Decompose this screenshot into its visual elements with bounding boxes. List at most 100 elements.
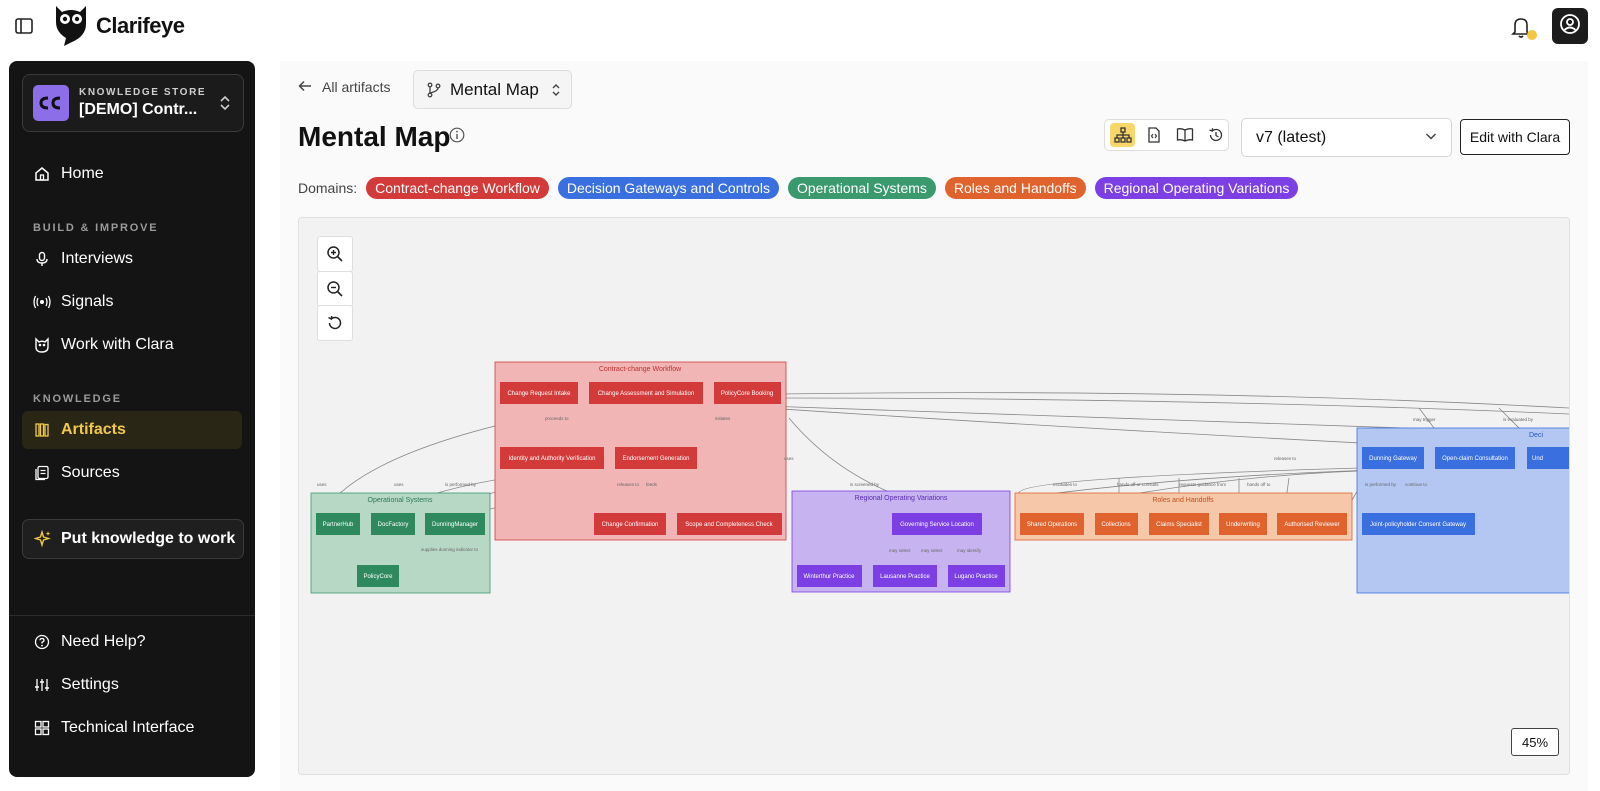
home-icon — [33, 165, 51, 183]
svg-text:Collections: Collections — [1101, 522, 1130, 528]
node-identity-verification[interactable]: Identity and Authority Verification — [500, 447, 604, 469]
version-selector[interactable]: v7 (latest) — [1241, 118, 1452, 157]
domain-chip-contract-change[interactable]: Contract-change Workflow — [366, 177, 549, 199]
put-knowledge-to-work-button[interactable]: Put knowledge to work — [22, 519, 244, 559]
svg-text:Endorsement Generation: Endorsement Generation — [622, 456, 689, 462]
svg-text:Shared Operations: Shared Operations — [1027, 522, 1077, 528]
edge-label-releases-to-2: releases to — [1274, 456, 1297, 461]
svg-text:Und: Und — [1532, 456, 1543, 462]
node-endorsement-generation[interactable]: Endorsement Generation — [615, 447, 697, 469]
nav-signals[interactable]: Signals — [22, 283, 242, 321]
edge-label-evaluated-by: is evaluated by — [1503, 417, 1534, 422]
code-file-icon[interactable] — [1141, 123, 1166, 147]
node-underwriting[interactable]: Underwriting — [1219, 513, 1267, 535]
git-branch-icon — [426, 82, 442, 98]
info-icon[interactable] — [449, 127, 465, 148]
put-knowledge-to-work-label: Put knowledge to work — [61, 530, 236, 547]
node-change-confirmation[interactable]: Change Confirmation — [594, 513, 666, 535]
mental-map-graph: Operational Systems PartnerHub DocFactor… — [310, 361, 1569, 594]
node-dunningmanager[interactable]: DunningManager — [425, 513, 485, 535]
nav-signals-label: Signals — [61, 293, 114, 310]
hierarchy-view-icon[interactable] — [1110, 123, 1135, 147]
svg-text:Governing Service Location: Governing Service Location — [900, 522, 974, 528]
domain-chip-decision-gateways[interactable]: Decision Gateways and Controls — [557, 177, 779, 199]
node-policycore[interactable]: PolicyCore — [357, 565, 399, 587]
node-lugano[interactable]: Lugano Practice — [948, 565, 1005, 587]
version-selector-label: v7 (latest) — [1256, 128, 1327, 146]
svg-text:Lugano Practice: Lugano Practice — [954, 574, 998, 580]
nav-technical-interface[interactable]: Technical Interface — [22, 709, 242, 747]
svg-text:Joint-policyholder Consent Gat: Joint-policyholder Consent Gateway — [1370, 522, 1466, 528]
nav-artifacts-label: Artifacts — [61, 421, 126, 438]
owl-logo-icon — [50, 2, 92, 51]
edge-label-feeds: feeds — [646, 482, 658, 487]
edit-with-clara-button[interactable]: Edit with Clara — [1460, 119, 1570, 155]
nav-settings[interactable]: Settings — [22, 666, 242, 704]
node-lausanne[interactable]: Lausanne Practice — [873, 565, 937, 587]
node-und-cut[interactable]: Und — [1527, 447, 1569, 469]
edge-label-hands-off: hands off or consults — [1117, 482, 1159, 487]
nav-interviews-label: Interviews — [61, 250, 134, 267]
user-account-button[interactable] — [1552, 8, 1588, 44]
documents-icon — [33, 464, 51, 482]
svg-text:PolicyCore Booking: PolicyCore Booking — [721, 391, 773, 397]
nav-sources-label: Sources — [61, 464, 120, 481]
node-scope-check[interactable]: Scope and Completeness Check — [677, 513, 782, 535]
node-policycore-booking[interactable]: PolicyCore Booking — [714, 382, 781, 404]
node-docfactory[interactable]: DocFactory — [371, 513, 415, 535]
node-authorised-reviewer[interactable]: Authorised Reviewer — [1277, 513, 1347, 535]
node-change-assessment[interactable]: Change Assessment and Simulation — [589, 382, 703, 404]
svg-text:Dunning Gateway: Dunning Gateway — [1369, 456, 1417, 462]
nav-interviews[interactable]: Interviews — [22, 240, 242, 278]
node-dunning-gateway[interactable]: Dunning Gateway — [1362, 447, 1424, 469]
node-partnerhub[interactable]: PartnerHub — [316, 513, 360, 535]
books-icon — [33, 421, 51, 439]
domain-chip-roles-handoffs[interactable]: Roles and Handoffs — [944, 177, 1086, 199]
svg-text:Open-claim Consultation: Open-claim Consultation — [1442, 456, 1508, 462]
all-artifacts-link[interactable]: All artifacts — [298, 79, 390, 95]
view-mode-toggle — [1104, 119, 1229, 151]
mental-map-canvas[interactable]: Operational Systems PartnerHub DocFactor… — [298, 217, 1570, 775]
history-icon[interactable] — [1203, 123, 1228, 147]
edge-label-performed-by-1: is performed by — [445, 482, 477, 487]
node-collections[interactable]: Collections — [1095, 513, 1138, 535]
nav-need-help[interactable]: Need Help? — [22, 623, 242, 661]
sliders-icon — [33, 676, 51, 694]
nav-work-with-clara[interactable]: Work with Clara — [22, 326, 242, 364]
node-winterthur[interactable]: Winterthur Practice — [797, 565, 862, 587]
nav-sources[interactable]: Sources — [22, 454, 242, 492]
edge-label-continue-to: continue to — [1405, 482, 1428, 487]
svg-text:Authorised Reviewer: Authorised Reviewer — [1284, 522, 1339, 528]
chevron-down-icon — [1425, 131, 1437, 141]
svg-text:Change Request Intake: Change Request Intake — [507, 391, 571, 397]
nav-home[interactable]: Home — [22, 155, 242, 193]
svg-text:DunningManager: DunningManager — [432, 522, 478, 528]
book-open-icon[interactable] — [1172, 123, 1197, 147]
node-open-claim[interactable]: Open-claim Consultation — [1435, 447, 1515, 469]
node-governing-location[interactable]: Governing Service Location — [892, 513, 982, 535]
sidebar: KNOWLEDGE STORE [DEMO] Contr... Home BUI… — [9, 61, 255, 777]
knowledge-store-selector[interactable]: KNOWLEDGE STORE [DEMO] Contr... — [22, 74, 244, 132]
artifact-selector[interactable]: Mental Map — [413, 70, 572, 109]
node-claims-specialist[interactable]: Claims Specialist — [1149, 513, 1209, 535]
store-logo-icon — [33, 85, 69, 121]
edge-label-hands-off-to: hands off to — [1247, 482, 1271, 487]
edge-label-may-identify: may identify — [957, 548, 982, 553]
domain-chip-regional-variations[interactable]: Regional Operating Variations — [1094, 177, 1299, 199]
nav-artifacts[interactable]: Artifacts — [22, 411, 242, 449]
svg-text:PolicyCore: PolicyCore — [363, 574, 393, 580]
node-change-request-intake[interactable]: Change Request Intake — [500, 382, 578, 404]
node-joint-consent[interactable]: Joint-policyholder Consent Gateway — [1362, 513, 1475, 535]
app-logo[interactable]: Clarifeye — [50, 2, 185, 51]
edge-label-performed-by-2: is performed by — [1365, 482, 1397, 487]
chevron-up-down-icon — [219, 95, 231, 116]
domain-chip-operational-systems[interactable]: Operational Systems — [787, 177, 936, 199]
svg-text:Lausanne Practice: Lausanne Practice — [880, 574, 930, 580]
page-title: Mental Map — [298, 121, 451, 152]
grid-icon — [33, 719, 51, 737]
edge-label-initiates: initiates — [715, 416, 731, 421]
node-shared-operations[interactable]: Shared Operations — [1020, 513, 1084, 535]
all-artifacts-label: All artifacts — [322, 79, 391, 95]
sidebar-toggle-icon[interactable] — [14, 16, 34, 36]
svg-text:PartnerHub: PartnerHub — [323, 522, 354, 528]
